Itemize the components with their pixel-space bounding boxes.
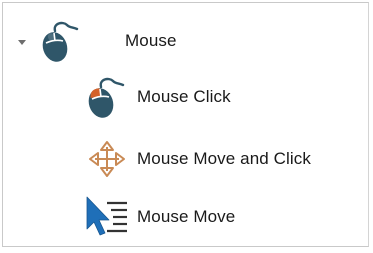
tree-node-mouse-click[interactable]: Mouse Click [83, 73, 231, 121]
tree-node-label: Mouse Move and Click [137, 149, 311, 168]
expand-collapse-icon[interactable] [15, 35, 29, 49]
move-arrows-icon [83, 135, 131, 183]
mouse-left-click-icon [83, 73, 131, 121]
tree-node-label: Mouse Move [137, 207, 236, 226]
cursor-list-icon [83, 193, 131, 241]
tree-node-label: Mouse Click [137, 87, 231, 106]
tree-node-mouse-move[interactable]: Mouse Move [83, 193, 235, 241]
mouse-icon [37, 17, 85, 65]
tree-node-mouse-move-and-click[interactable]: Mouse Move and Click [83, 135, 311, 183]
tree-panel: Mouse Mouse Click Mouse Move and Click M… [2, 2, 369, 247]
tree-node-label: Mouse [125, 31, 177, 50]
tree-node-mouse[interactable]: Mouse [15, 17, 177, 65]
